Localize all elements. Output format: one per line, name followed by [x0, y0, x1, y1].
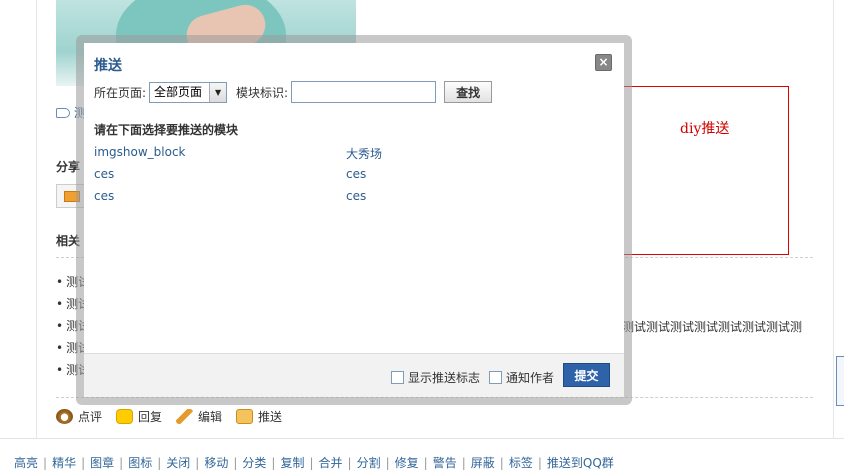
reply-action[interactable]: 回复: [116, 408, 162, 425]
comment-action[interactable]: 点评: [56, 408, 102, 425]
moderation-link[interactable]: 图标: [128, 456, 152, 470]
link-separator: |: [195, 456, 200, 470]
annotation-label: diy推送: [680, 121, 730, 137]
reply-label: 回复: [138, 410, 163, 424]
show-push-flag-checkbox[interactable]: 显示推送标志: [391, 369, 480, 386]
block-option[interactable]: ces: [346, 167, 366, 181]
comment-icon: [56, 409, 73, 424]
link-separator: |: [43, 456, 48, 470]
chevron-down-icon: ▼: [209, 82, 227, 102]
related-item-tail: 测试测试测试测试测试测试测试测: [622, 320, 803, 334]
block-option[interactable]: ces: [346, 189, 366, 203]
edit-label: 编辑: [198, 410, 223, 424]
moderation-link[interactable]: 标签: [509, 456, 533, 470]
checkbox-icon[interactable]: [391, 371, 404, 384]
show-push-flag-label: 显示推送标志: [408, 371, 481, 385]
push-label: 推送: [258, 410, 283, 424]
block-option[interactable]: ces: [94, 189, 114, 203]
page-label: 所在页面:: [94, 85, 147, 100]
link-separator: |: [423, 456, 428, 470]
moderation-link[interactable]: 图章: [90, 456, 114, 470]
link-separator: |: [499, 456, 504, 470]
moderation-link[interactable]: 移动: [204, 456, 228, 470]
moderation-link[interactable]: 修复: [395, 456, 419, 470]
link-separator: |: [119, 456, 124, 470]
page-select[interactable]: 全部页面 ▼: [149, 81, 228, 103]
push-dialog: 推送 × 所在页面: 全部页面 ▼ 模块标识: 查找 请在下面选择要推送的模块 …: [84, 43, 624, 397]
dialog-footer: 显示推送标志 通知作者 提交: [84, 353, 624, 397]
tag-icon: [56, 108, 70, 118]
moderation-link[interactable]: 警告: [433, 456, 457, 470]
reply-icon: [116, 409, 134, 424]
moderation-link[interactable]: 分类: [242, 456, 266, 470]
push-action[interactable]: 推送: [236, 408, 282, 425]
dialog-title: 推送: [94, 58, 122, 74]
annotation-box: [610, 86, 789, 255]
moderation-link[interactable]: 复制: [280, 456, 304, 470]
link-separator: |: [157, 456, 162, 470]
link-separator: |: [309, 456, 314, 470]
link-separator: |: [537, 456, 542, 470]
moderation-bar: 高亮 | 精华 | 图章 | 图标 | 关闭 | 移动 | 分类 | 复制 | 合并 | 分割 | 修复 | 警告 | 屏蔽 | 标…: [0, 438, 844, 476]
moderation-link[interactable]: 高亮: [14, 456, 38, 470]
moderation-link[interactable]: 推送到QQ群: [547, 456, 614, 470]
page-select-value: 全部页面: [154, 84, 203, 99]
link-separator: |: [347, 456, 352, 470]
block-option[interactable]: imgshow_block: [94, 145, 186, 159]
moderation-link[interactable]: 关闭: [166, 456, 190, 470]
moderation-links: 高亮 | 精华 | 图章 | 图标 | 关闭 | 移动 | 分类 | 复制 | 合并 | 分割 | 修复 | 警告 | 屏蔽 | 标…: [14, 454, 614, 471]
choose-heading: 请在下面选择要推送的模块: [94, 123, 239, 137]
moderation-link[interactable]: 分割: [357, 456, 381, 470]
filter-row: 所在页面: 全部页面 ▼ 模块标识: 查找: [94, 81, 493, 103]
find-button[interactable]: 查找: [444, 81, 493, 103]
block-option[interactable]: 大秀场: [346, 145, 382, 162]
notify-author-checkbox[interactable]: 通知作者: [489, 369, 554, 386]
link-separator: |: [385, 456, 390, 470]
moderation-link[interactable]: 合并: [319, 456, 343, 470]
submit-button[interactable]: 提交: [563, 363, 610, 387]
comment-label: 点评: [78, 410, 103, 424]
link-separator: |: [81, 456, 86, 470]
pencil-icon: [176, 409, 194, 424]
push-icon: [236, 409, 254, 424]
block-option[interactable]: ces: [94, 167, 114, 181]
link-separator: |: [461, 456, 466, 470]
link-separator: |: [271, 456, 276, 470]
link-separator: |: [233, 456, 238, 470]
edit-action[interactable]: 编辑: [176, 408, 222, 425]
checkbox-icon[interactable]: [489, 371, 502, 384]
block-id-label: 模块标识:: [236, 85, 289, 100]
moderation-link[interactable]: 屏蔽: [471, 456, 495, 470]
moderation-link[interactable]: 精华: [52, 456, 76, 470]
side-float-tab[interactable]: [836, 356, 844, 406]
post-action-bar: 点评 回复 编辑 推送: [56, 408, 282, 425]
close-button[interactable]: ×: [595, 54, 612, 71]
notify-author-label: 通知作者: [506, 371, 555, 385]
block-id-input[interactable]: [291, 81, 437, 103]
